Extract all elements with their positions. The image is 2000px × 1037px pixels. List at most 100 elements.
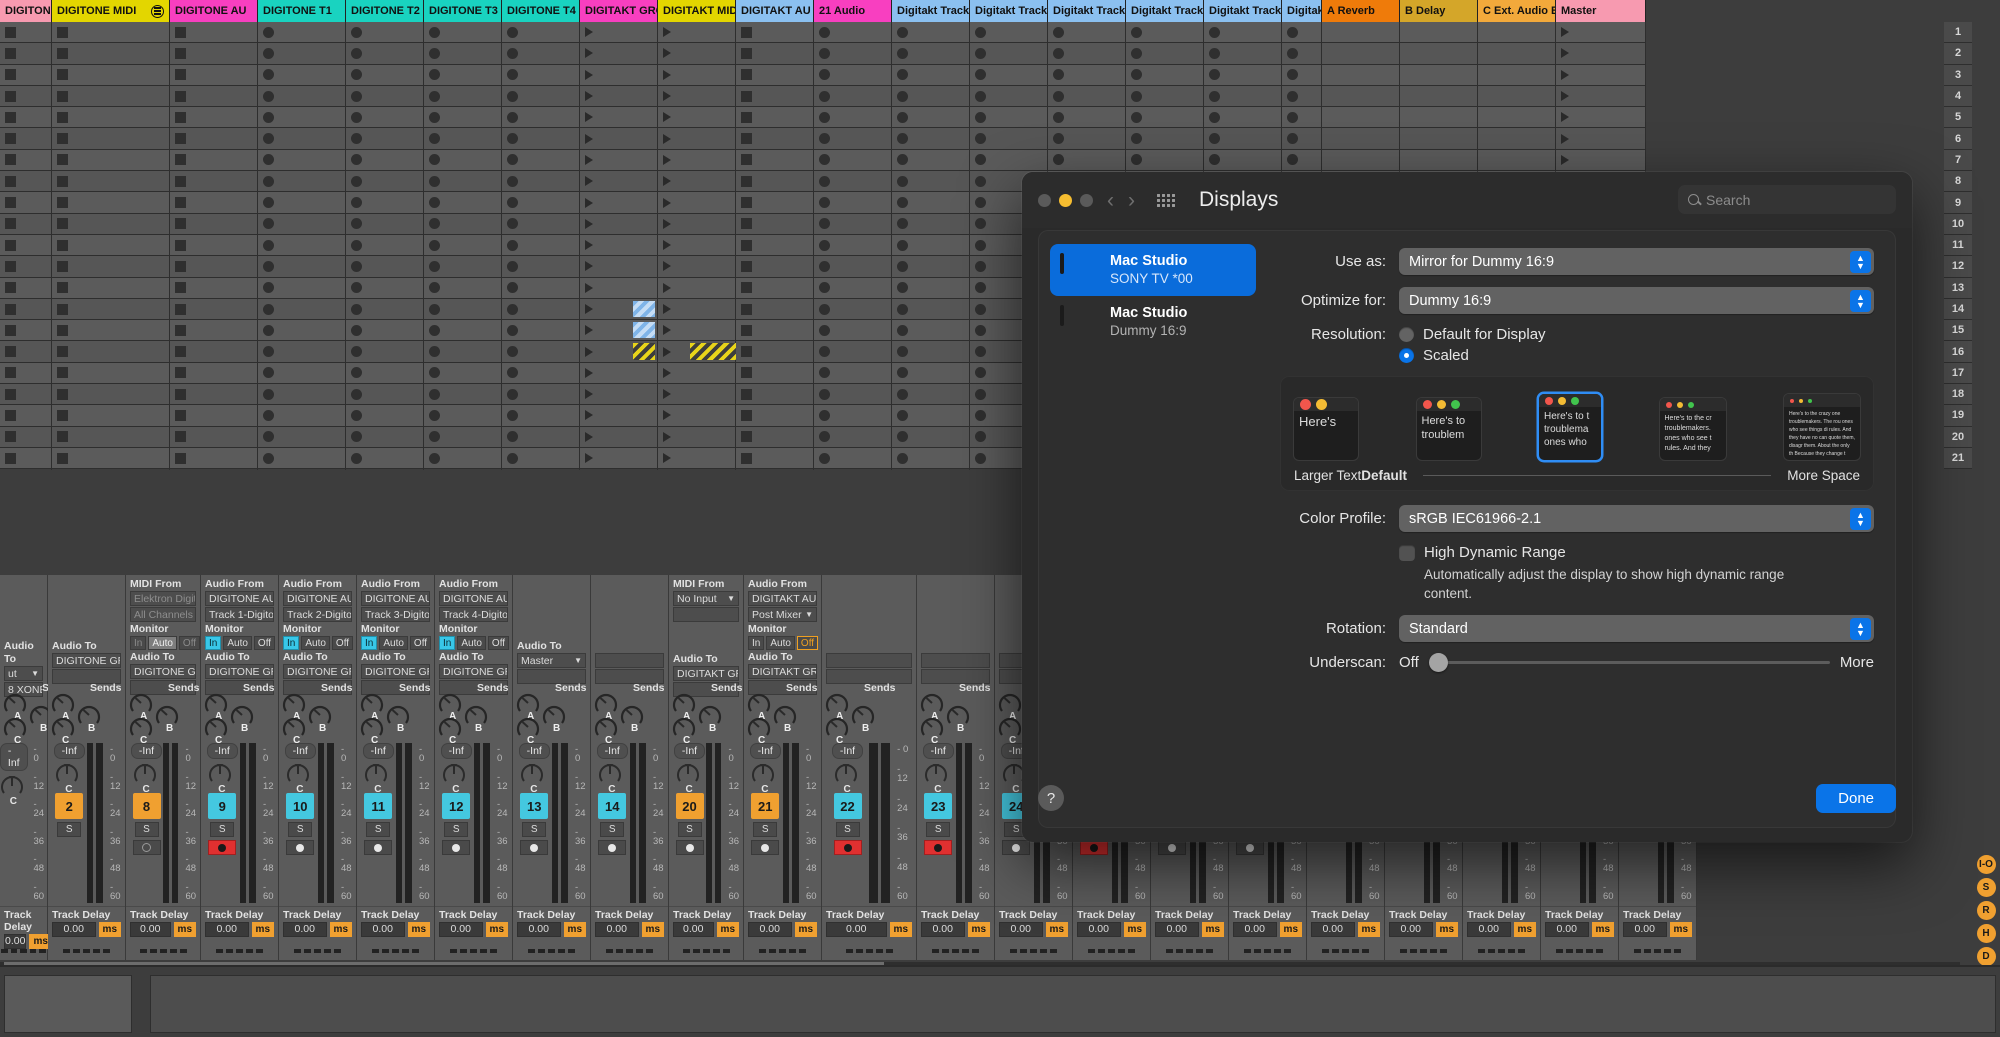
clip-slot[interactable] (1282, 22, 1321, 44)
track-number-button[interactable]: 9 (208, 793, 237, 819)
clip-slot[interactable] (502, 447, 579, 470)
clip-slot[interactable] (580, 405, 657, 427)
clip-slot[interactable] (424, 341, 501, 363)
track-delay-section[interactable]: Track Delay 0.00 ms (744, 906, 821, 942)
monitor-off-button[interactable]: Off (178, 636, 201, 650)
record-clip-button[interactable] (819, 324, 830, 336)
record-clip-button[interactable] (897, 69, 908, 81)
play-clip-button[interactable] (585, 261, 593, 272)
track-delay-section[interactable]: Track Delay 0.00 ms (126, 906, 200, 942)
record-clip-button[interactable] (819, 282, 830, 294)
record-clip-button[interactable] (507, 133, 518, 145)
clip-slot[interactable] (1478, 22, 1555, 44)
minimize-button-icon[interactable] (1059, 193, 1072, 207)
monitor-button-group[interactable]: In Auto Off (283, 636, 354, 650)
clip-slot[interactable] (502, 362, 579, 385)
record-clip-button[interactable] (263, 197, 274, 209)
clip-slot[interactable] (502, 384, 579, 406)
record-clip-button[interactable] (351, 111, 362, 123)
record-clip-button[interactable] (263, 367, 274, 379)
record-clip-button[interactable] (819, 303, 830, 315)
clip-slot[interactable] (580, 447, 657, 470)
clip-slot[interactable] (1478, 149, 1555, 172)
clip-slot[interactable] (658, 277, 735, 299)
record-clip-button[interactable] (819, 452, 830, 464)
clip-slot[interactable] (170, 107, 257, 129)
stop-clip-button[interactable] (175, 431, 186, 443)
forward-chevron-icon[interactable]: › (1128, 190, 1135, 211)
record-clip-button[interactable] (975, 282, 986, 294)
channel-controls[interactable]: -Inf C 11 S (361, 743, 396, 903)
clip-slot[interactable] (258, 256, 345, 278)
clip-slot[interactable] (346, 22, 423, 44)
clip-slot[interactable] (258, 128, 345, 150)
record-clip-button[interactable] (975, 409, 986, 421)
pan-knob[interactable]: C (923, 762, 953, 795)
stop-clip-button[interactable] (741, 324, 752, 336)
clip-slot[interactable] (0, 256, 51, 278)
track-delay-value[interactable]: 0.00 (1467, 922, 1511, 937)
record-clip-button[interactable] (897, 303, 908, 315)
optimize-for-popup[interactable]: Dummy 16:9 ▲ ▼ (1399, 287, 1874, 314)
fader-section[interactable]: -Inf C 21 S - 0 - 12 - 24 - 36 - 48 - 60 (744, 740, 821, 906)
stop-clip-button[interactable] (57, 69, 68, 81)
record-clip-button[interactable] (429, 431, 440, 443)
clip-slot[interactable] (346, 107, 423, 129)
record-clip-button[interactable] (507, 218, 518, 230)
channel-controls[interactable]: -Inf C 8 S (130, 743, 163, 903)
channel-controls[interactable]: -Inf C 9 S (205, 743, 240, 903)
clip-slot[interactable] (658, 192, 735, 214)
clip-slot[interactable] (970, 107, 1047, 129)
record-clip-button[interactable] (507, 431, 518, 443)
stop-clip-button[interactable] (175, 388, 186, 400)
clip-slot[interactable] (258, 64, 345, 86)
crossfade-assign-row[interactable] (744, 942, 821, 960)
volume-value[interactable]: -Inf (206, 743, 238, 759)
scene-number[interactable]: 16 (1944, 341, 1972, 363)
clip-slot[interactable] (1048, 22, 1125, 44)
clip-slot[interactable] (892, 43, 969, 65)
fader-section[interactable]: -Inf C 22 S - 0 - 12 - 24 - 36 - 48 - 60 (822, 740, 916, 906)
monitor-button-group[interactable]: In Auto Off (361, 636, 432, 650)
scene-number[interactable]: 11 (1944, 234, 1972, 257)
track-delay-section[interactable]: Track Delay 0.00 ms (669, 906, 743, 942)
volume-value[interactable]: -Inf (518, 743, 550, 759)
play-clip-button[interactable] (663, 112, 671, 123)
record-clip-button[interactable] (263, 154, 274, 166)
clip-slot[interactable] (970, 43, 1047, 65)
clip-slot[interactable] (346, 43, 423, 65)
clip-slot[interactable] (814, 277, 891, 299)
record-clip-button[interactable] (1131, 69, 1142, 81)
stop-clip-button[interactable] (741, 431, 752, 443)
clip-slot[interactable] (52, 128, 169, 150)
midi-from-select[interactable]: Elektron Digitor▼ (130, 591, 196, 606)
track-delay-value[interactable]: 0.00 (595, 922, 639, 937)
record-clip-button[interactable] (351, 367, 362, 379)
stop-clip-button[interactable] (175, 303, 186, 315)
clip-slot[interactable] (0, 234, 51, 257)
record-clip-button[interactable] (507, 69, 518, 81)
sends-section[interactable]: Sends ABC (591, 680, 668, 746)
send-a-knob[interactable]: A (2, 690, 28, 722)
stop-clip-button[interactable] (175, 154, 186, 166)
record-clip-button[interactable] (819, 26, 830, 38)
meter-section[interactable]: - 0 - 12 - 24 - 36 - 48 - 60 (317, 743, 353, 903)
mixer-channel-strip[interactable]: Audio To Master ▼ Sends A B C -Inf C 13 S - 0- 12- … (513, 575, 591, 960)
clip-slot[interactable] (1126, 22, 1203, 44)
track-delay-unit[interactable]: ms (1279, 922, 1302, 937)
track-delay-value[interactable]: 0.00 (1623, 922, 1667, 937)
send-a-knob[interactable]: A (203, 690, 229, 722)
arm-record-button[interactable] (364, 840, 393, 855)
clip-slot[interactable] (892, 149, 969, 172)
help-button[interactable]: ? (1038, 785, 1064, 811)
record-clip-button[interactable] (507, 90, 518, 102)
track-header[interactable]: DIGITONE T1 (258, 0, 346, 22)
fader-section[interactable]: -Inf C 23 S - 0 - 12 - 24 - 36 - 48 - 60 (917, 740, 994, 906)
play-clip-button[interactable] (585, 197, 593, 208)
clip-slot[interactable] (258, 447, 345, 470)
record-clip-button[interactable] (1053, 111, 1064, 123)
clip-slot[interactable] (658, 64, 735, 86)
pan-knob[interactable]: C (207, 762, 237, 795)
pan-knob[interactable]: C (675, 762, 705, 795)
track-delay-unit[interactable]: ms (967, 922, 990, 937)
